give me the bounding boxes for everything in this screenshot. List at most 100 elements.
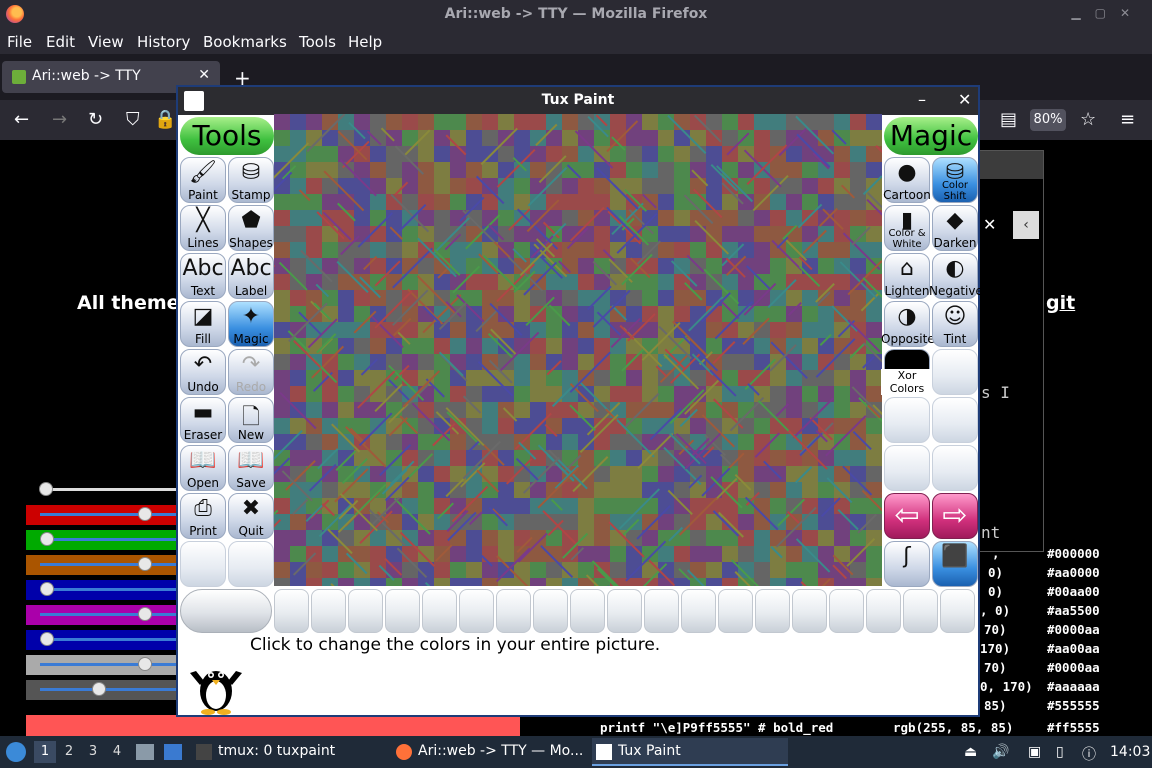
- tool-redo-button[interactable]: ↷ Redo: [228, 349, 274, 395]
- magic-lighten-button[interactable]: ⌂ Lighten: [884, 253, 930, 299]
- color-swatch[interactable]: [459, 589, 494, 633]
- clipboard-icon[interactable]: ▯: [1056, 744, 1064, 760]
- color-swatch[interactable]: [718, 589, 753, 633]
- workspace-4[interactable]: 4: [106, 741, 128, 763]
- slider-track[interactable]: [40, 588, 186, 591]
- color-swatch[interactable]: [829, 589, 864, 633]
- slider-knob[interactable]: [92, 682, 106, 696]
- slider-knob[interactable]: [40, 532, 54, 546]
- next-page-button[interactable]: ⇨: [932, 493, 978, 539]
- tool-undo-button[interactable]: ↶ Undo: [180, 349, 226, 395]
- magic-negative-button[interactable]: ◐ Negative: [929, 253, 983, 299]
- slider-knob[interactable]: [138, 657, 152, 671]
- color-swatch[interactable]: [940, 589, 975, 633]
- updates-icon[interactable]: ⓘ: [1082, 744, 1096, 764]
- color-swatch[interactable]: [570, 589, 605, 633]
- tool-stamp-button[interactable]: ⛁ Stamp: [228, 157, 274, 203]
- color-swatch[interactable]: [903, 589, 938, 633]
- start-menu-icon[interactable]: [6, 742, 26, 762]
- menu-bookmarks[interactable]: Bookmarks: [203, 33, 287, 51]
- bookmark-star-icon[interactable]: ☆: [1080, 109, 1096, 130]
- zoom-level-button[interactable]: 80%: [1030, 109, 1066, 131]
- tray-eject-icon[interactable]: ⏏: [964, 744, 977, 760]
- close-icon[interactable]: ✕: [983, 215, 996, 234]
- color-swatch[interactable]: [496, 589, 531, 633]
- slider-track[interactable]: [40, 563, 186, 566]
- close-window-icon[interactable]: ✕: [958, 90, 971, 109]
- magic-opposite-button[interactable]: ◑ Opposite: [881, 301, 935, 347]
- menu-view[interactable]: View: [88, 33, 124, 51]
- magic-cartoon-button[interactable]: ● Cartoon: [883, 157, 931, 203]
- slider-track[interactable]: [40, 688, 186, 691]
- tool-save-button[interactable]: 📖 Save: [228, 445, 274, 491]
- volume-icon[interactable]: 🔊: [992, 744, 1009, 760]
- menu-edit[interactable]: Edit: [46, 33, 75, 51]
- slider-track[interactable]: [40, 513, 186, 516]
- magic-darken-button[interactable]: ◆ Darken: [932, 205, 978, 251]
- tool-paint-button[interactable]: 🖌 Paint: [180, 157, 226, 203]
- task-tuxpaint[interactable]: Tux Paint: [592, 738, 788, 766]
- color-swatch[interactable]: [644, 589, 679, 633]
- close-tab-icon[interactable]: ✕: [198, 67, 210, 83]
- back-icon[interactable]: ←: [14, 109, 29, 130]
- tool-eraser-button[interactable]: ▬ Eraser: [180, 397, 226, 443]
- tool-shapes-button[interactable]: ⬟ Shapes: [228, 205, 274, 251]
- current-color-swatch[interactable]: [180, 589, 272, 633]
- git-link[interactable]: git: [1046, 292, 1075, 314]
- reader-view-icon[interactable]: ▤: [1000, 109, 1017, 130]
- workspace-3[interactable]: 3: [82, 741, 104, 763]
- color-swatch[interactable]: [385, 589, 420, 633]
- menu-file[interactable]: File: [7, 33, 32, 51]
- tool-lines-button[interactable]: ╳ Lines: [180, 205, 226, 251]
- magic-tint-button[interactable]: ☺ Tint: [932, 301, 978, 347]
- color-swatch[interactable]: [348, 589, 383, 633]
- workspace-1[interactable]: 1: [34, 741, 56, 763]
- slider-knob[interactable]: [138, 557, 152, 571]
- menu-help[interactable]: Help: [348, 33, 382, 51]
- slider-knob[interactable]: [138, 507, 152, 521]
- shield-icon[interactable]: ⛉: [126, 109, 140, 130]
- tool-label-button[interactable]: Abc Label: [228, 253, 274, 299]
- tool-new-button[interactable]: 🗋 New: [228, 397, 274, 443]
- workspace-2[interactable]: 2: [58, 741, 80, 763]
- tool-quit-button[interactable]: ✖ Quit: [228, 493, 274, 539]
- forward-icon[interactable]: →: [52, 109, 67, 130]
- fullscreen-mode-button[interactable]: ⬛: [932, 541, 978, 587]
- file-manager-icon[interactable]: [136, 744, 154, 760]
- slider-knob-main[interactable]: [39, 482, 53, 496]
- color-swatch[interactable]: [866, 589, 901, 633]
- color-swatch[interactable]: [311, 589, 346, 633]
- slider-track[interactable]: [40, 538, 186, 541]
- tool-magic-button[interactable]: ✦ Magic: [228, 301, 274, 347]
- tool-open-button[interactable]: 📖 Open: [180, 445, 226, 491]
- color-swatch[interactable]: [422, 589, 457, 633]
- color-swatch[interactable]: [533, 589, 568, 633]
- minimize-icon[interactable]: –: [918, 90, 926, 109]
- color-swatch[interactable]: [755, 589, 790, 633]
- show-desktop-icon[interactable]: [164, 744, 182, 760]
- slider-track-main[interactable]: [40, 488, 190, 491]
- previous-page-button[interactable]: ⇦: [884, 493, 930, 539]
- tool-print-button[interactable]: ⎙ Print: [180, 493, 226, 539]
- chevron-left-icon[interactable]: ‹: [1013, 211, 1039, 239]
- color-swatch[interactable]: [681, 589, 716, 633]
- reload-icon[interactable]: ↻: [88, 109, 103, 130]
- slider-track[interactable]: [40, 663, 186, 666]
- color-swatch[interactable]: [274, 589, 309, 633]
- slider-knob[interactable]: [138, 607, 152, 621]
- lock-icon[interactable]: 🔒: [154, 109, 176, 130]
- magic-color-white-button[interactable]: ▮ Color & White: [884, 205, 930, 251]
- slider-track[interactable]: [40, 613, 186, 616]
- color-swatch[interactable]: [607, 589, 642, 633]
- tool-fill-button[interactable]: ◪ Fill: [180, 301, 226, 347]
- task-tmux[interactable]: tmux: 0 tuxpaint: [192, 738, 388, 766]
- task-firefox[interactable]: Ari::web -> TTY — Mo...: [392, 738, 588, 766]
- magic-color-shift-button[interactable]: ⛁ Color Shift: [932, 157, 978, 203]
- network-icon[interactable]: ▣: [1028, 744, 1041, 760]
- window-controls[interactable]: ▁▢✕: [1071, 6, 1144, 20]
- menu-tools[interactable]: Tools: [299, 33, 336, 51]
- slider-knob[interactable]: [40, 632, 54, 646]
- slider-track[interactable]: [40, 638, 186, 641]
- menu-history[interactable]: History: [137, 33, 190, 51]
- slider-knob[interactable]: [40, 582, 54, 596]
